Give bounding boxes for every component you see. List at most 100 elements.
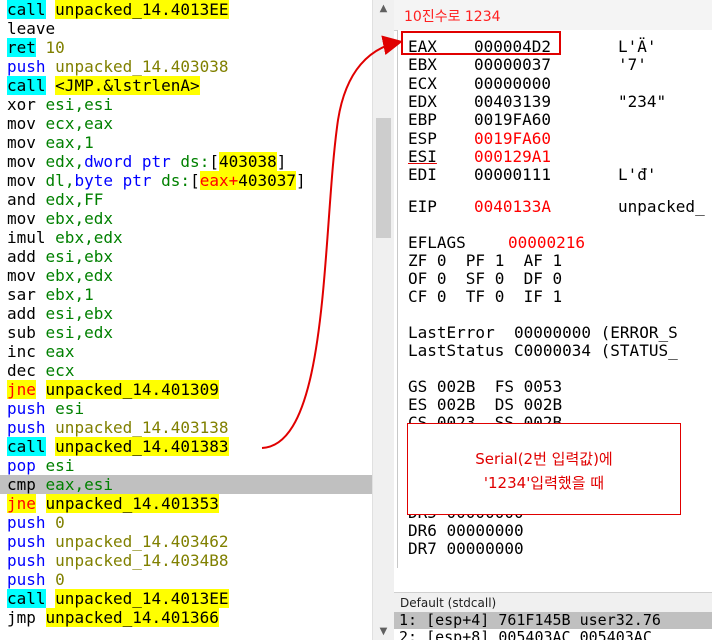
register-comment-edx[interactable]: "234" (618, 92, 666, 111)
register-name-ecx[interactable]: ECX (408, 74, 437, 93)
register-value-esi[interactable]: 000129A1 (474, 147, 551, 166)
instruction-operand: ecx (45, 361, 75, 380)
flags-row[interactable]: OF 0 SF 0 DF 0 (408, 270, 562, 288)
disassembly-row[interactable]: sar ebx,1 (0, 285, 372, 304)
disassembly-row[interactable]: pop esi (0, 456, 372, 475)
disassembly-row[interactable]: xor esi,esi (0, 95, 372, 114)
register-comment-eax[interactable]: L'Ӓ' (618, 38, 657, 56)
instruction-mnemonic: add (7, 304, 36, 323)
register-name-edx[interactable]: EDX (408, 92, 437, 111)
instruction-operand: eax (45, 342, 75, 361)
register-name-esp[interactable]: ESP (408, 129, 437, 148)
disassembly-row[interactable]: add esi,ebx (0, 304, 372, 323)
disassembly-row[interactable]: sub esi,edx (0, 323, 372, 342)
flags-row[interactable]: ZF 0 PF 1 AF 1 (408, 252, 562, 270)
instruction-mnemonic: mov (7, 266, 36, 285)
disassembly-row[interactable]: push 0 (0, 513, 372, 532)
register-value-edi[interactable]: 00000111 (474, 166, 551, 184)
register-comment-ebx[interactable]: '7' (618, 56, 647, 74)
disassembly-row[interactable]: cmp eax,esi (0, 475, 372, 494)
disassembly-row[interactable]: push 0 (0, 570, 372, 589)
disassembly-row[interactable]: jmp unpacked_14.401366 (0, 608, 372, 627)
instruction-operand: 10 (45, 38, 65, 57)
disassembly-row[interactable]: push unpacked_14.403138 (0, 418, 372, 437)
register-name-eip[interactable]: EIP (408, 198, 437, 216)
instruction-operand: edx,dword ptr ds:[403038] (45, 152, 287, 171)
instruction-mnemonic: push (7, 57, 46, 76)
instruction-mnemonic: call (7, 437, 46, 456)
disassembly-row[interactable]: imul ebx,edx (0, 228, 372, 247)
stack-arg-row[interactable]: 2: [esp+8] 005403AC 005403AC (394, 629, 712, 640)
disassembly-row[interactable]: mov eax,1 (0, 133, 372, 152)
disassembly-row[interactable]: leave (0, 19, 372, 38)
instruction-mnemonic: mov (7, 152, 36, 171)
disassembly-row[interactable]: call unpacked_14.401383 (0, 437, 372, 456)
register-value-esp[interactable]: 0019FA60 (474, 129, 551, 148)
segment-registers[interactable]: ES 002B DS 002B (408, 396, 562, 414)
disassembly-row[interactable]: ret 10 (0, 38, 372, 57)
scroll-down-arrow-icon[interactable]: ▼ (373, 623, 394, 640)
instruction-mnemonic: push (7, 532, 46, 551)
stack-arg-row[interactable]: 1: [esp+4] 761F145B user32.76 (394, 612, 712, 629)
disassembly-row[interactable]: push unpacked_14.403462 (0, 532, 372, 551)
eflags-value[interactable]: 00000216 (508, 234, 585, 252)
debug-register[interactable]: DR7 00000000 (408, 540, 524, 558)
register-value-ebx[interactable]: 00000037 (474, 56, 551, 74)
disassembly-row[interactable]: push unpacked_14.4034B8 (0, 551, 372, 570)
register-name-ebp[interactable]: EBP (408, 111, 437, 129)
disassembly-row[interactable]: push unpacked_14.403038 (0, 57, 372, 76)
disassembly-row[interactable]: mov edx,dword ptr ds:[403038] (0, 152, 372, 171)
disassembly-row[interactable]: mov ebx,edx (0, 209, 372, 228)
register-value-ebp[interactable]: 0019FA60 (474, 111, 551, 129)
last-error[interactable]: LastError 00000000 (ERROR_S (408, 324, 678, 342)
disassembly-pane[interactable]: call unpacked_14.4013EE leave ret 10 push u… (0, 0, 372, 640)
disassembly-row[interactable]: mov ebx,edx (0, 266, 372, 285)
disassembly-row[interactable]: inc eax (0, 342, 372, 361)
disassembly-row[interactable]: jne unpacked_14.401309 (0, 380, 372, 399)
disassembly-row[interactable]: add esi,ebx (0, 247, 372, 266)
call-stack-header[interactable]: Default (stdcall) (394, 592, 712, 612)
disassembly-row[interactable]: mov ecx,eax (0, 114, 372, 133)
annotation-callout: Serial(2번 입력값)에 '1234'입력했을 때 (407, 423, 681, 515)
disassembly-scrollbar[interactable]: ▲ ▼ (372, 0, 394, 640)
register-value-eip[interactable]: 0040133A (474, 198, 551, 216)
scroll-thumb[interactable] (376, 118, 391, 238)
instruction-mnemonic: mov (7, 209, 36, 228)
instruction-mnemonic: jne (7, 494, 36, 513)
scroll-up-arrow-icon[interactable]: ▲ (373, 0, 394, 17)
call-stack-args[interactable]: 1: [esp+4] 761F145B user32.76 2: [esp+8] … (394, 612, 712, 640)
instruction-operand: esi (55, 399, 85, 418)
debug-register[interactable]: DR6 00000000 (408, 522, 524, 540)
instruction-operand: 0 (55, 570, 65, 589)
register-value-ecx[interactable]: 00000000 (474, 74, 551, 93)
eflags-label[interactable]: EFLAGS (408, 234, 466, 252)
disassembly-row[interactable]: call unpacked_14.4013EE (0, 0, 372, 19)
register-value-edx[interactable]: 00403139 (474, 92, 551, 111)
instruction-operand: ecx,eax (45, 114, 113, 133)
register-comment-eip[interactable]: unpacked_ (618, 198, 705, 216)
instruction-operand: unpacked_14.403462 (55, 532, 229, 551)
instruction-mnemonic: mov (7, 114, 36, 133)
register-name-edi[interactable]: EDI (408, 166, 437, 184)
last-status[interactable]: LastStatus C0000034 (STATUS_ (408, 342, 678, 360)
register-name-esi[interactable]: ESI (408, 147, 437, 166)
instruction-operand: unpacked_14.403138 (55, 418, 229, 437)
disassembly-row[interactable]: call <JMP.&lstrlenA> (0, 76, 372, 95)
instruction-mnemonic: push (7, 418, 46, 437)
disassembly-row[interactable]: and edx,FF (0, 190, 372, 209)
instruction-mnemonic: push (7, 570, 46, 589)
instruction-mnemonic: push (7, 399, 46, 418)
register-name-ebx[interactable]: EBX (408, 56, 437, 74)
register-comment-edi[interactable]: L'đ' (618, 166, 657, 184)
disassembly-row[interactable]: dec ecx (0, 361, 372, 380)
disassembly-row[interactable]: push esi (0, 399, 372, 418)
instruction-mnemonic: and (7, 190, 36, 209)
instruction-mnemonic: xor (7, 95, 36, 114)
segment-registers[interactable]: GS 002B FS 0053 (408, 378, 562, 396)
annotation-line-2: '1234'입력했을 때 (483, 474, 605, 492)
disassembly-row[interactable]: mov dl,byte ptr ds:[eax+403037] (0, 171, 372, 190)
instruction-mnemonic: sar (7, 285, 36, 304)
disassembly-row[interactable]: jne unpacked_14.401353 (0, 494, 372, 513)
disassembly-row[interactable]: call unpacked_14.4013EE (0, 589, 372, 608)
flags-row[interactable]: CF 0 TF 0 IF 1 (408, 288, 562, 306)
